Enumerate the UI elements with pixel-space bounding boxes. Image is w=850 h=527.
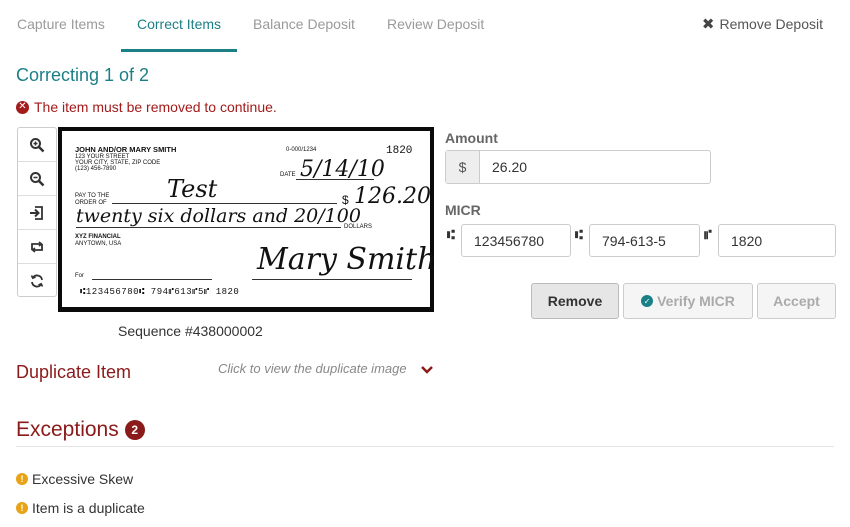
micr-transit-icon: ⑆ [575,228,583,243]
zoom-out-button[interactable] [18,162,56,196]
check-number: 1820 [386,145,413,157]
check-date-label: DATE [280,172,296,178]
active-tab-indicator [121,49,237,52]
rotate-button[interactable] [18,230,56,264]
exception-item: ! Excessive Skew [16,471,133,487]
currency-addon: $ [446,151,480,183]
refresh-icon [30,274,44,288]
check-micr-line: ⑆123456780⑆ 794⑈613⑈5⑈ 1820 [80,287,240,297]
exception-label: Item is a duplicate [32,500,145,516]
tab-review-deposit[interactable]: Review Deposit [387,16,484,32]
remove-deposit-label: Remove Deposit [719,16,824,32]
zoom-in-icon [30,137,45,152]
exceptions-count-badge: 2 [124,420,145,440]
tab-correct-items[interactable]: Correct Items [137,16,221,32]
exception-label: Excessive Skew [32,471,134,487]
check-account-holder: JOHN AND/OR MARY SMITH [75,145,177,154]
micr-account-field[interactable]: 794-613-5 [589,224,700,257]
micr-label: MICR [445,202,481,218]
zoom-in-button[interactable] [18,128,56,162]
check-fraction-routing: 0-000/1234 [286,147,317,153]
check-memo-label: For [75,273,84,279]
duplicate-item-title: Duplicate Item [16,362,132,382]
check-image: JOHN AND/OR MARY SMITH 123 YOUR STREET Y… [58,127,437,312]
sequence-number: Sequence #438000002 [118,323,263,339]
amount-input[interactable]: 26.20 [480,151,710,183]
check-signature: Mary Smith [257,242,437,277]
zoom-out-icon [30,171,45,186]
check-dollars-label: DOLLARS [344,224,373,230]
remove-button[interactable]: Remove [531,283,619,319]
accept-button[interactable]: Accept [757,283,836,319]
error-message: ✕ The item must be removed to continue. [16,99,277,115]
chevron-down-icon[interactable] [420,365,434,375]
check-bank-city: ANYTOWN, USA [75,241,122,247]
warning-icon: ! [16,502,28,514]
reset-button[interactable] [18,264,56,298]
micr-onus-icon: ⑈ [704,228,712,243]
image-toolbar [17,127,57,297]
check-dollar-sign: $ [342,193,349,207]
check-numeric-amount: 126.20 [354,184,431,209]
amount-label: Amount [445,130,498,146]
exception-item: ! Item is a duplicate [16,500,145,516]
deposit-tabs: Capture Items Correct Items Balance Depo… [0,0,850,52]
verify-micr-button[interactable]: ✓ Verify MICR [623,283,753,319]
verify-micr-label: Verify MICR [657,293,735,309]
flip-button[interactable] [18,196,56,230]
remove-deposit-button[interactable]: ✖ Remove Deposit [702,15,823,33]
view-duplicate-link[interactable]: Click to view the duplicate image [218,361,407,376]
amount-input-group: $ 26.20 [445,150,711,184]
check-circle-icon: ✓ [641,295,654,307]
tab-capture-items[interactable]: Capture Items [17,16,105,32]
warning-icon: ! [16,473,28,485]
exceptions-title: Exceptions 2 [16,418,145,442]
check-phone: (123) 456-7890 [75,166,117,172]
micr-transit-icon: ⑆ [447,228,455,243]
error-message-text: The item must be removed to continue. [34,99,277,115]
flip-icon [30,205,43,220]
exceptions-title-text: Exceptions [16,418,119,441]
micr-check-number-field[interactable]: 1820 [718,224,836,257]
close-icon: ✖ [701,16,715,33]
micr-routing-field[interactable]: 123456780 [461,224,571,257]
tab-balance-deposit[interactable]: Balance Deposit [253,16,355,32]
check-bank-name: XYZ FINANCIAL [75,234,121,240]
correcting-title: Correcting 1 of 2 [16,65,150,85]
check-payee: Test [167,175,218,203]
error-x-icon: ✕ [16,100,29,114]
divider [16,446,834,447]
rotate-icon [31,240,43,253]
check-written-amount: twenty six dollars and 20/100 [76,205,361,227]
